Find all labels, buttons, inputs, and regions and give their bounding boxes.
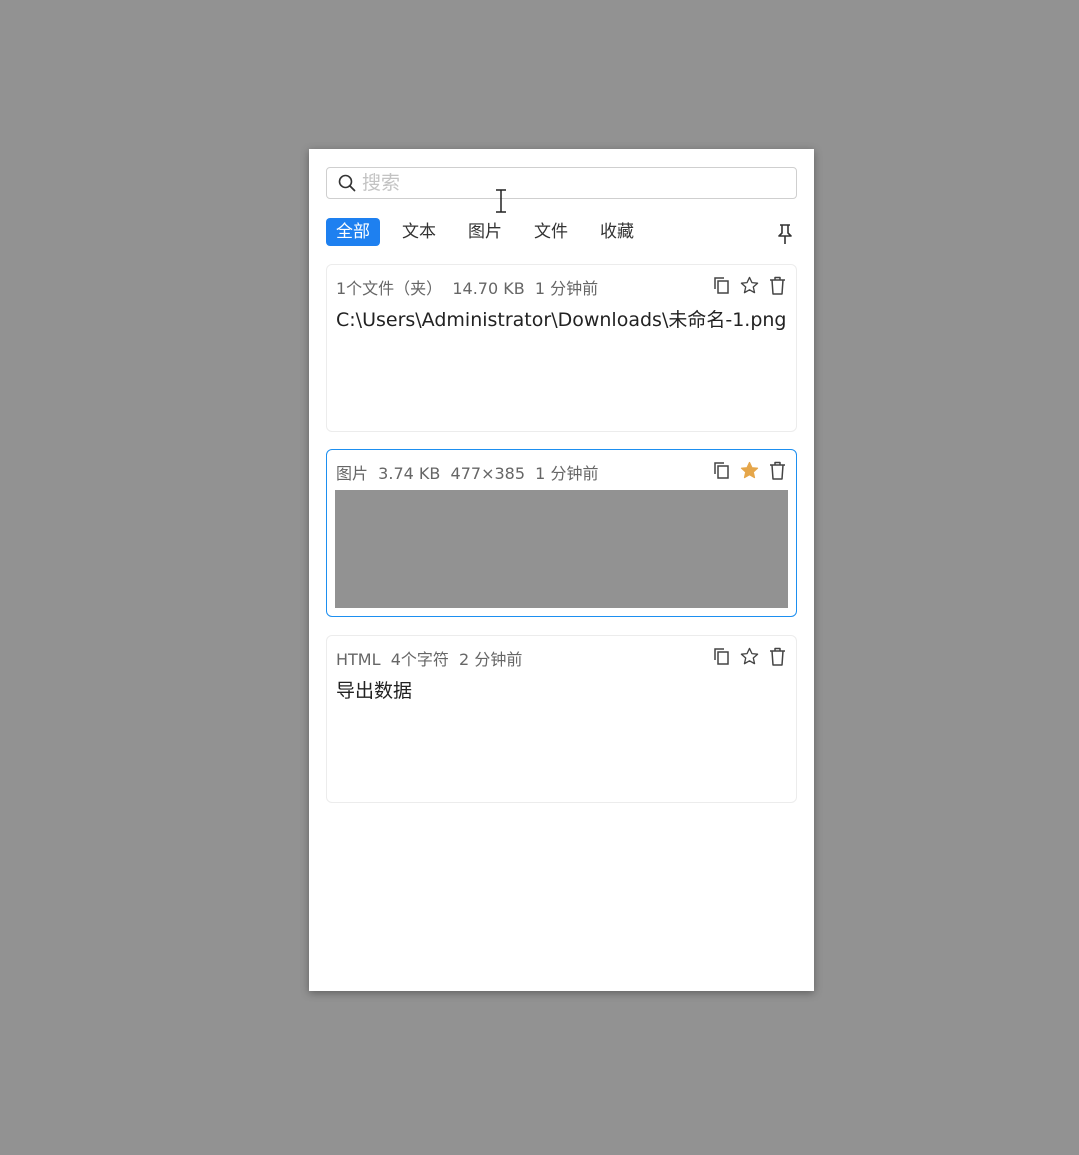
copy-icon[interactable] (712, 647, 731, 666)
tab-text[interactable]: 文本 (392, 218, 446, 246)
tab-image[interactable]: 图片 (458, 218, 512, 246)
search-icon (338, 174, 356, 192)
star-filled-icon[interactable] (740, 461, 759, 480)
list-item[interactable]: 图片 3.74 KB 477×385 1 分钟前 (326, 449, 797, 617)
star-icon[interactable] (740, 276, 759, 295)
search-box[interactable] (326, 167, 797, 199)
item-meta: 1个文件（夹） 14.70 KB 1 分钟前 (336, 279, 599, 298)
copy-icon[interactable] (712, 461, 731, 480)
item-actions (712, 276, 787, 295)
item-meta: 图片 3.74 KB 477×385 1 分钟前 (336, 464, 599, 483)
list-item[interactable]: HTML 4个字符 2 分钟前 导出数据 (326, 635, 797, 803)
tab-file[interactable]: 文件 (524, 218, 578, 246)
copy-icon[interactable] (712, 276, 731, 295)
item-actions (712, 647, 787, 666)
item-actions (712, 461, 787, 480)
pin-icon[interactable] (775, 223, 795, 245)
list-item[interactable]: 1个文件（夹） 14.70 KB 1 分钟前 C:\Users\Administ… (326, 264, 797, 432)
image-thumbnail (335, 490, 788, 608)
category-tabs: 全部 文本 图片 文件 收藏 (326, 218, 656, 246)
trash-icon[interactable] (768, 461, 787, 480)
item-content: 导出数据 (336, 680, 413, 702)
text-cursor-icon (494, 189, 508, 213)
trash-icon[interactable] (768, 276, 787, 295)
tab-favorites[interactable]: 收藏 (590, 218, 644, 246)
tab-all[interactable]: 全部 (326, 218, 380, 246)
item-meta: HTML 4个字符 2 分钟前 (336, 650, 523, 669)
item-content: C:\Users\Administrator\Downloads\未命名-1.p… (336, 309, 787, 331)
clipboard-window: 全部 文本 图片 文件 收藏 1个文件（夹） 14.70 KB 1 分钟前 C:… (309, 149, 814, 991)
trash-icon[interactable] (768, 647, 787, 666)
star-icon[interactable] (740, 647, 759, 666)
search-input[interactable] (362, 172, 762, 194)
